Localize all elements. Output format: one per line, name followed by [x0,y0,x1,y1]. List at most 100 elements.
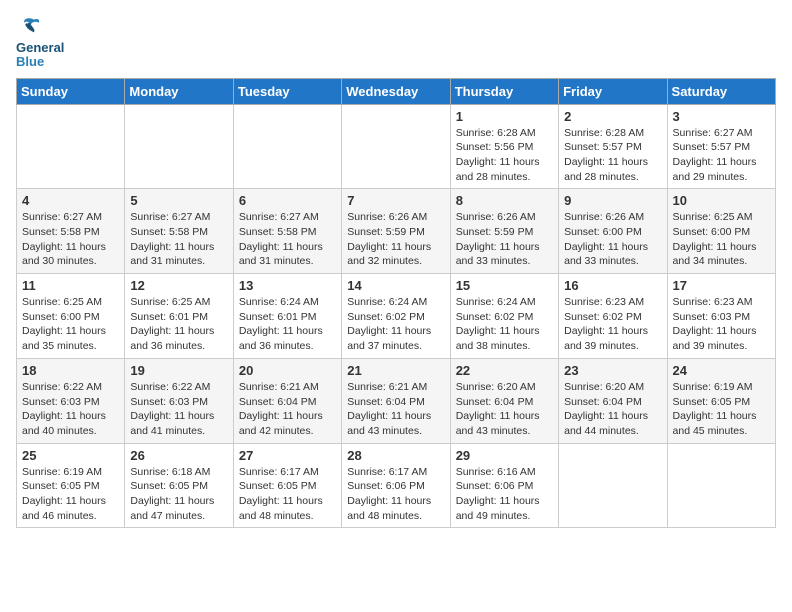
calendar-cell: 16 Sunrise: 6:23 AM Sunset: 6:02 PM Dayli… [559,274,667,359]
day-info: Sunrise: 6:21 AM Sunset: 6:04 PM Dayligh… [347,380,444,439]
calendar-cell [125,104,233,189]
day-number: 4 [22,193,119,208]
calendar-table: SundayMondayTuesdayWednesdayThursdayFrid… [16,78,776,529]
day-number: 19 [130,363,227,378]
calendar-week-row: 18 Sunrise: 6:22 AM Sunset: 6:03 PM Dayli… [17,358,776,443]
day-number: 9 [564,193,661,208]
day-info: Sunrise: 6:26 AM Sunset: 5:59 PM Dayligh… [347,210,444,269]
header-wednesday: Wednesday [342,78,450,104]
calendar-cell: 24 Sunrise: 6:19 AM Sunset: 6:05 PM Dayli… [667,358,775,443]
day-info: Sunrise: 6:26 AM Sunset: 5:59 PM Dayligh… [456,210,553,269]
calendar-cell: 17Sunrise: 6:23 AM Sunset: 6:03 PM Dayli… [667,274,775,359]
day-info: Sunrise: 6:20 AM Sunset: 6:04 PM Dayligh… [456,380,553,439]
day-info: Sunrise: 6:22 AM Sunset: 6:03 PM Dayligh… [22,380,119,439]
calendar-cell: 9 Sunrise: 6:26 AM Sunset: 6:00 PM Daylig… [559,189,667,274]
day-info: Sunrise: 6:24 AM Sunset: 6:01 PM Dayligh… [239,295,336,354]
day-number: 27 [239,448,336,463]
calendar-week-row: 11 Sunrise: 6:25 AM Sunset: 6:00 PM Dayli… [17,274,776,359]
day-number: 20 [239,363,336,378]
day-info: Sunrise: 6:25 AM Sunset: 6:00 PM Dayligh… [22,295,119,354]
logo: General Blue [16,16,64,70]
day-info: Sunrise: 6:22 AM Sunset: 6:03 PM Dayligh… [130,380,227,439]
day-info: Sunrise: 6:27 AM Sunset: 5:57 PM Dayligh… [673,126,770,185]
page-header: General Blue [16,16,776,70]
day-info: Sunrise: 6:28 AM Sunset: 5:57 PM Dayligh… [564,126,661,185]
calendar-cell: 10 Sunrise: 6:25 AM Sunset: 6:00 PM Dayli… [667,189,775,274]
calendar-cell: 26 Sunrise: 6:18 AM Sunset: 6:05 PM Dayli… [125,443,233,528]
day-number: 22 [456,363,553,378]
header-thursday: Thursday [450,78,558,104]
day-info: Sunrise: 6:26 AM Sunset: 6:00 PM Dayligh… [564,210,661,269]
day-number: 14 [347,278,444,293]
day-info: Sunrise: 6:23 AM Sunset: 6:03 PM Dayligh… [673,295,770,354]
day-number: 23 [564,363,661,378]
calendar-cell: 14 Sunrise: 6:24 AM Sunset: 6:02 PM Dayli… [342,274,450,359]
calendar-week-row: 1 Sunrise: 6:28 AM Sunset: 5:56 PM Daylig… [17,104,776,189]
day-info: Sunrise: 6:24 AM Sunset: 6:02 PM Dayligh… [347,295,444,354]
day-info: Sunrise: 6:23 AM Sunset: 6:02 PM Dayligh… [564,295,661,354]
calendar-header-row: SundayMondayTuesdayWednesdayThursdayFrid… [17,78,776,104]
calendar-week-row: 4 Sunrise: 6:27 AM Sunset: 5:58 PM Daylig… [17,189,776,274]
day-info: Sunrise: 6:25 AM Sunset: 6:00 PM Dayligh… [673,210,770,269]
calendar-cell: 1 Sunrise: 6:28 AM Sunset: 5:56 PM Daylig… [450,104,558,189]
calendar-cell: 6 Sunrise: 6:27 AM Sunset: 5:58 PM Daylig… [233,189,341,274]
calendar-cell [559,443,667,528]
day-info: Sunrise: 6:17 AM Sunset: 6:06 PM Dayligh… [347,465,444,524]
calendar-cell: 25Sunrise: 6:19 AM Sunset: 6:05 PM Dayli… [17,443,125,528]
day-number: 12 [130,278,227,293]
day-number: 25 [22,448,119,463]
day-number: 16 [564,278,661,293]
day-info: Sunrise: 6:27 AM Sunset: 5:58 PM Dayligh… [239,210,336,269]
day-number: 28 [347,448,444,463]
day-info: Sunrise: 6:18 AM Sunset: 6:05 PM Dayligh… [130,465,227,524]
calendar-cell: 18 Sunrise: 6:22 AM Sunset: 6:03 PM Dayli… [17,358,125,443]
header-monday: Monday [125,78,233,104]
day-number: 26 [130,448,227,463]
day-info: Sunrise: 6:27 AM Sunset: 5:58 PM Dayligh… [130,210,227,269]
day-number: 5 [130,193,227,208]
calendar-cell: 27 Sunrise: 6:17 AM Sunset: 6:05 PM Dayli… [233,443,341,528]
day-number: 10 [673,193,770,208]
calendar-cell: 29 Sunrise: 6:16 AM Sunset: 6:06 PM Dayli… [450,443,558,528]
calendar-week-row: 25Sunrise: 6:19 AM Sunset: 6:05 PM Dayli… [17,443,776,528]
day-number: 3 [673,109,770,124]
calendar-cell: 7 Sunrise: 6:26 AM Sunset: 5:59 PM Daylig… [342,189,450,274]
header-saturday: Saturday [667,78,775,104]
day-info: Sunrise: 6:25 AM Sunset: 6:01 PM Dayligh… [130,295,227,354]
day-info: Sunrise: 6:20 AM Sunset: 6:04 PM Dayligh… [564,380,661,439]
day-info: Sunrise: 6:17 AM Sunset: 6:05 PM Dayligh… [239,465,336,524]
calendar-cell [233,104,341,189]
day-number: 24 [673,363,770,378]
day-number: 29 [456,448,553,463]
day-number: 18 [22,363,119,378]
header-friday: Friday [559,78,667,104]
day-number: 2 [564,109,661,124]
calendar-cell: 8Sunrise: 6:26 AM Sunset: 5:59 PM Daylig… [450,189,558,274]
calendar-cell: 21Sunrise: 6:21 AM Sunset: 6:04 PM Dayli… [342,358,450,443]
calendar-cell [17,104,125,189]
day-number: 11 [22,278,119,293]
header-sunday: Sunday [17,78,125,104]
day-info: Sunrise: 6:21 AM Sunset: 6:04 PM Dayligh… [239,380,336,439]
day-info: Sunrise: 6:16 AM Sunset: 6:06 PM Dayligh… [456,465,553,524]
calendar-cell: 13 Sunrise: 6:24 AM Sunset: 6:01 PM Dayli… [233,274,341,359]
calendar-cell: 3 Sunrise: 6:27 AM Sunset: 5:57 PM Daylig… [667,104,775,189]
calendar-cell: 4 Sunrise: 6:27 AM Sunset: 5:58 PM Daylig… [17,189,125,274]
logo-text: General Blue [16,41,64,70]
calendar-cell: 20 Sunrise: 6:21 AM Sunset: 6:04 PM Dayli… [233,358,341,443]
day-number: 6 [239,193,336,208]
calendar-cell: 19 Sunrise: 6:22 AM Sunset: 6:03 PM Dayli… [125,358,233,443]
calendar-cell: 28 Sunrise: 6:17 AM Sunset: 6:06 PM Dayli… [342,443,450,528]
calendar-cell: 22 Sunrise: 6:20 AM Sunset: 6:04 PM Dayli… [450,358,558,443]
day-info: Sunrise: 6:28 AM Sunset: 5:56 PM Dayligh… [456,126,553,185]
calendar-cell: 2 Sunrise: 6:28 AM Sunset: 5:57 PM Daylig… [559,104,667,189]
day-info: Sunrise: 6:27 AM Sunset: 5:58 PM Dayligh… [22,210,119,269]
calendar-cell: 15Sunrise: 6:24 AM Sunset: 6:02 PM Dayli… [450,274,558,359]
calendar-cell [342,104,450,189]
day-number: 1 [456,109,553,124]
calendar-cell [667,443,775,528]
day-info: Sunrise: 6:19 AM Sunset: 6:05 PM Dayligh… [673,380,770,439]
day-number: 13 [239,278,336,293]
day-number: 7 [347,193,444,208]
day-number: 15 [456,278,553,293]
